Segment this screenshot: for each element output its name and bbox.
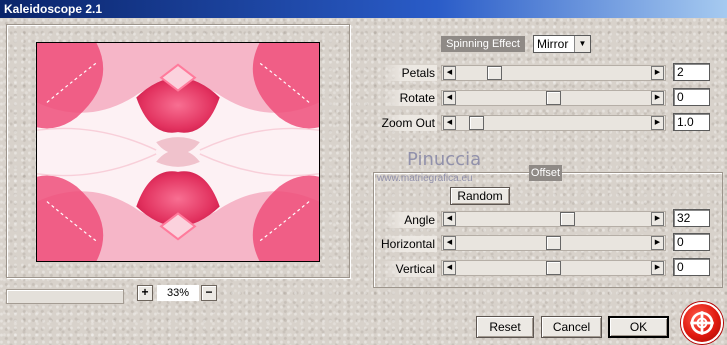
arrow-left-icon[interactable]: ◀ xyxy=(443,91,456,105)
slider-thumb[interactable] xyxy=(546,261,561,275)
rotate-label: Rotate xyxy=(381,90,437,106)
effect-mode-select[interactable]: Mirror ▼ xyxy=(533,35,591,53)
zoom-value: 33% xyxy=(157,285,199,301)
rotate-slider[interactable]: ◀ ▶ xyxy=(441,90,666,106)
arrow-left-icon[interactable]: ◀ xyxy=(443,116,456,130)
arrow-right-icon[interactable]: ▶ xyxy=(651,236,664,250)
offset-label: Offset xyxy=(529,165,562,181)
zoom-out-slider[interactable]: ◀ ▶ xyxy=(441,115,666,131)
vertical-value[interactable]: 0 xyxy=(673,258,710,276)
arrow-left-icon[interactable]: ◀ xyxy=(443,212,456,226)
zoom-in-button[interactable]: + xyxy=(137,285,153,301)
watermark-name: Pinuccia xyxy=(407,149,482,170)
horizontal-label: Horizontal xyxy=(381,236,437,252)
window-title: Kaleidoscope 2.1 xyxy=(4,2,103,16)
arrow-right-icon[interactable]: ▶ xyxy=(651,212,664,226)
chevron-down-icon[interactable]: ▼ xyxy=(574,36,590,52)
help-lifebuoy-icon[interactable] xyxy=(681,302,723,344)
slider-thumb[interactable] xyxy=(546,236,561,250)
horizontal-slider[interactable]: ◀ ▶ xyxy=(441,235,666,251)
rotate-value[interactable]: 0 xyxy=(673,88,710,106)
arrow-left-icon[interactable]: ◀ xyxy=(443,66,456,80)
petals-value[interactable]: 2 xyxy=(673,63,710,81)
zoom-out-label: Zoom Out xyxy=(381,115,437,131)
arrow-right-icon[interactable]: ▶ xyxy=(651,116,664,130)
angle-value[interactable]: 32 xyxy=(673,209,710,227)
angle-label: Angle xyxy=(381,212,437,228)
ok-button[interactable]: OK xyxy=(608,316,669,338)
spinning-effect-label: Spinning Effect xyxy=(441,36,525,52)
random-button[interactable]: Random xyxy=(450,187,510,205)
vertical-label: Vertical xyxy=(381,261,437,277)
arrow-right-icon[interactable]: ▶ xyxy=(651,261,664,275)
petals-slider[interactable]: ◀ ▶ xyxy=(441,65,666,81)
zoom-out-value[interactable]: 1.0 xyxy=(673,113,710,131)
preview-image[interactable] xyxy=(36,42,320,262)
window-title-bar[interactable]: Kaleidoscope 2.1 xyxy=(0,0,727,18)
slider-thumb[interactable] xyxy=(487,66,503,80)
horizontal-value[interactable]: 0 xyxy=(673,233,710,251)
status-field xyxy=(6,289,124,304)
arrow-left-icon[interactable]: ◀ xyxy=(443,261,456,275)
reset-button[interactable]: Reset xyxy=(476,316,534,338)
arrow-right-icon[interactable]: ▶ xyxy=(651,66,664,80)
slider-thumb[interactable] xyxy=(469,116,485,130)
arrow-right-icon[interactable]: ▶ xyxy=(651,91,664,105)
arrow-left-icon[interactable]: ◀ xyxy=(443,236,456,250)
zoom-out-button[interactable]: − xyxy=(201,285,217,301)
angle-slider[interactable]: ◀ ▶ xyxy=(441,211,666,227)
slider-thumb[interactable] xyxy=(546,91,561,105)
cancel-button[interactable]: Cancel xyxy=(541,316,602,338)
lifebuoy-graphic xyxy=(690,311,714,335)
watermark-site: www.matriegrafica.eu xyxy=(377,173,473,184)
slider-thumb[interactable] xyxy=(560,212,576,226)
effect-mode-value: Mirror xyxy=(537,37,569,51)
petals-label: Petals xyxy=(381,65,437,81)
vertical-slider[interactable]: ◀ ▶ xyxy=(441,260,666,276)
kaleidoscope-preview xyxy=(37,43,319,261)
